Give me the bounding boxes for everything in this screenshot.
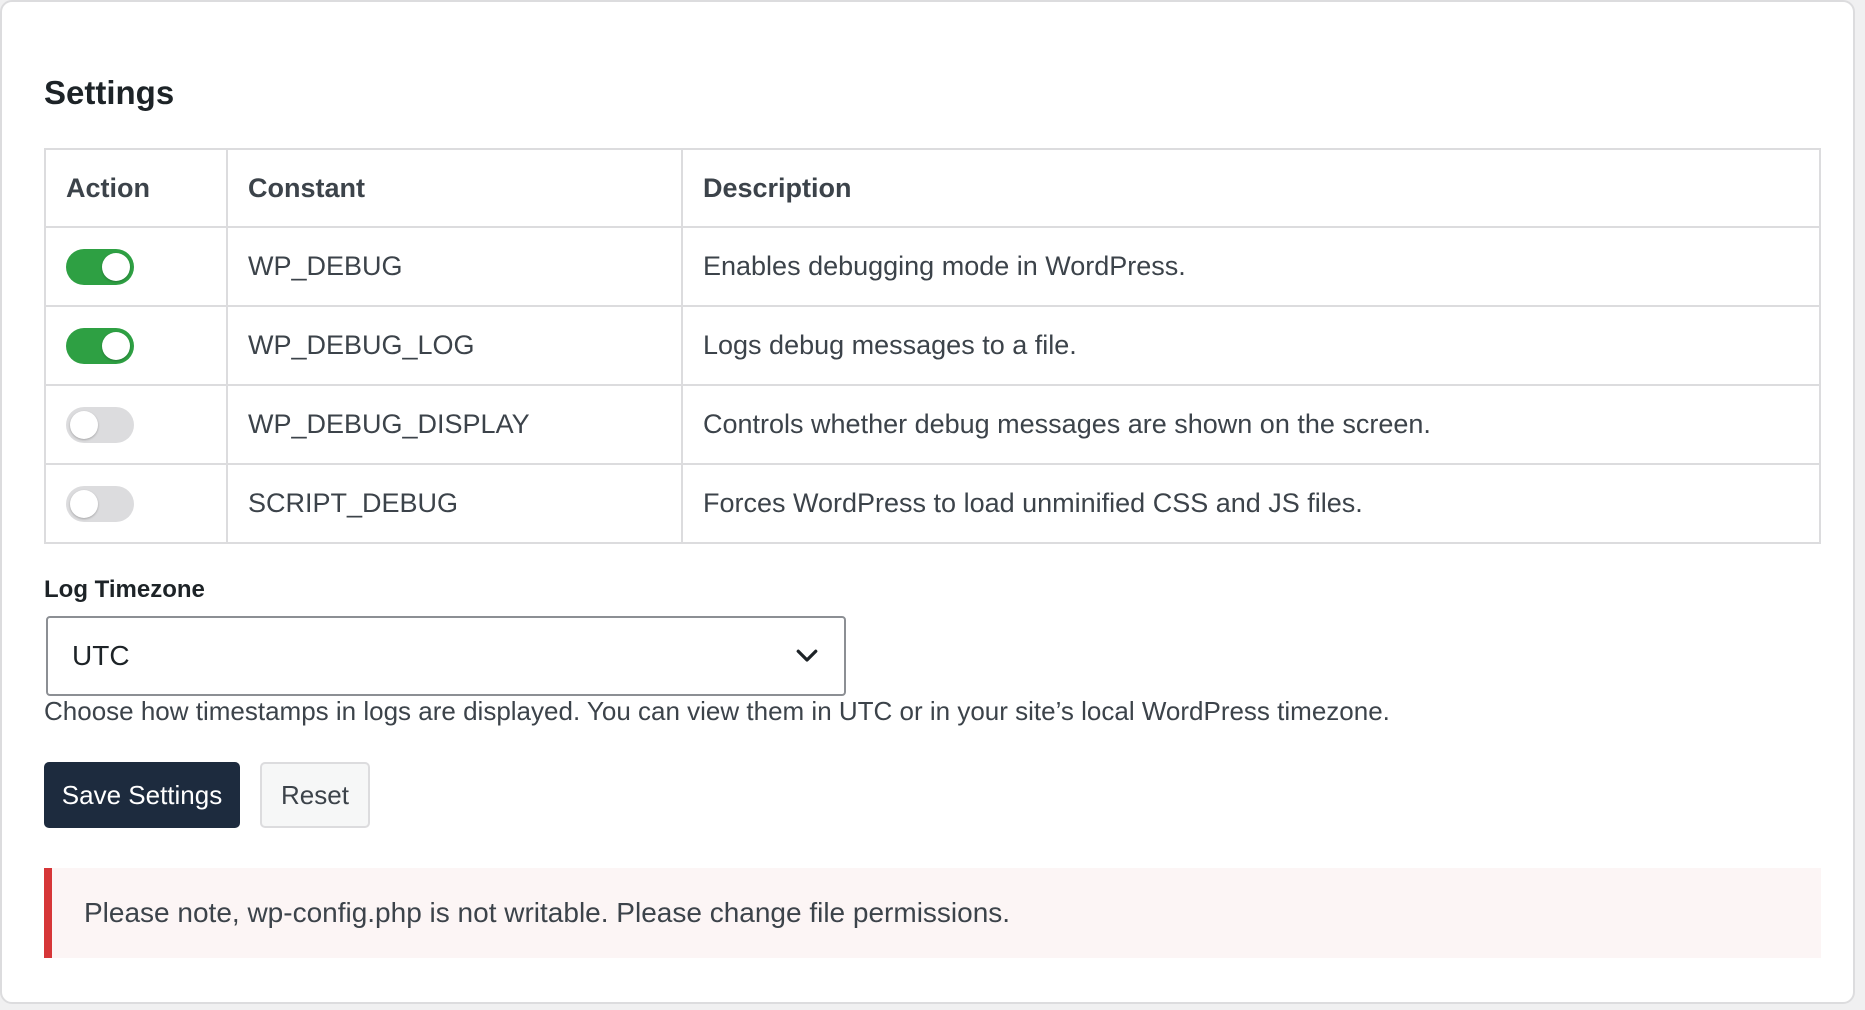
page-title: Settings [44,74,175,111]
notice-text: Please note, wp-config.php is not writab… [84,897,1011,928]
constant-cell: WP_DEBUG_LOG [226,305,683,386]
table-row: SCRIPT_DEBUG Forces WordPress to load un… [44,463,1821,544]
settings-table: Action Constant Description WP_DEBUG Ena… [44,148,1821,544]
description-cell: Controls whether debug messages are show… [681,384,1821,465]
toggle-knob [102,252,130,281]
table-row: WP_DEBUG Enables debugging mode in WordP… [44,226,1821,307]
constant-cell: SCRIPT_DEBUG [226,463,683,544]
toggle-knob [70,410,98,439]
toggle-knob [70,489,98,518]
table-row: WP_DEBUG_DISPLAY Controls whether debug … [44,384,1821,465]
reset-button[interactable]: Reset [260,762,370,828]
description-cell: Enables debugging mode in WordPress. [681,226,1821,307]
wp-config-warning-notice: Please note, wp-config.php is not writab… [44,868,1821,958]
log-timezone-selected-value: UTC [72,640,130,671]
log-timezone-select[interactable]: UTC [46,616,846,696]
description-cell: Logs debug messages to a file. [681,305,1821,386]
wp-debug-toggle[interactable] [66,248,134,285]
column-header-description: Description [681,148,1821,228]
toggle-knob [102,331,130,360]
table-header-row: Action Constant Description [44,148,1821,228]
log-timezone-help-text: Choose how timestamps in logs are displa… [44,696,1390,726]
action-cell [44,463,228,544]
script-debug-toggle[interactable] [66,485,134,522]
wp-debug-display-toggle[interactable] [66,406,134,443]
save-settings-button[interactable]: Save Settings [44,762,240,828]
description-cell: Forces WordPress to load unminified CSS … [681,463,1821,544]
action-cell [44,384,228,465]
column-header-action: Action [44,148,228,228]
constant-cell: WP_DEBUG [226,226,683,307]
column-header-constant: Constant [226,148,683,228]
wp-debug-log-toggle[interactable] [66,327,134,364]
action-cell [44,305,228,386]
settings-panel: Settings Action Constant Description WP_… [0,0,1855,1004]
constant-cell: WP_DEBUG_DISPLAY [226,384,683,465]
chevron-down-icon [796,649,818,662]
action-cell [44,226,228,307]
table-row: WP_DEBUG_LOG Logs debug messages to a fi… [44,305,1821,386]
log-timezone-label: Log Timezone [44,576,205,603]
